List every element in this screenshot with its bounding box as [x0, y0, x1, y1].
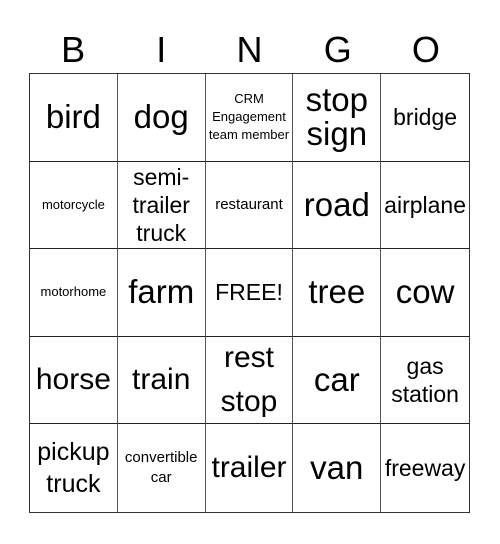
bingo-cell[interactable]: horse: [30, 336, 118, 425]
bingo-cell-label: freeway: [384, 455, 466, 482]
bingo-cell-label: bridge: [393, 104, 458, 131]
bingo-card-grid: bird dog CRM Engagement team member stop si…: [29, 73, 470, 513]
bingo-cell-label: dog: [133, 98, 189, 136]
bingo-cell[interactable]: train: [117, 336, 206, 425]
header-letter-i: I: [156, 29, 167, 70]
bingo-cell-label: road: [303, 185, 370, 223]
bingo-cell[interactable]: airplane: [381, 162, 469, 250]
bingo-cell-label: car: [313, 361, 360, 399]
bingo-cell-label: airplane: [384, 191, 467, 218]
bingo-cell-label: rest stop: [220, 341, 278, 419]
header-letter-b: B: [61, 29, 86, 70]
bingo-cell-free[interactable]: FREE!: [205, 249, 294, 337]
bingo-cell[interactable]: dog: [117, 74, 206, 162]
bingo-cell-label: trailer: [211, 451, 287, 485]
bingo-cell-label: restaurant: [215, 195, 283, 213]
bingo-cell[interactable]: stop sign: [293, 74, 382, 162]
bingo-cell-label: gas station: [391, 353, 459, 408]
bingo-cell-label: FREE!: [215, 279, 283, 306]
header-letter-g: G: [323, 29, 352, 70]
bingo-cell-label: cow: [395, 273, 455, 311]
bingo-cell[interactable]: rest stop: [205, 336, 294, 425]
bingo-cell[interactable]: motorhome: [30, 249, 118, 337]
header-letter-o: O: [411, 29, 440, 70]
bingo-cell[interactable]: pickup truck: [30, 424, 118, 512]
bingo-cell[interactable]: farm: [117, 249, 206, 337]
bingo-cell[interactable]: van: [293, 424, 382, 512]
bingo-cell[interactable]: bridge: [381, 74, 469, 162]
bingo-cell-label: van: [310, 449, 364, 487]
bingo-cell-label: farm: [128, 273, 195, 311]
bingo-cell-label: stop sign: [305, 81, 368, 153]
bingo-cell-label: semi-trailer truck: [132, 163, 190, 246]
bingo-cell-label: pickup truck: [37, 438, 110, 499]
bingo-cell-label: tree: [308, 273, 366, 311]
bingo-cell-label: motorhome: [40, 284, 107, 300]
bingo-cell[interactable]: restaurant: [205, 161, 294, 250]
bingo-cell[interactable]: convertible car: [118, 424, 206, 512]
bingo-cell[interactable]: car: [293, 336, 382, 425]
bingo-cell-label: bird: [45, 98, 101, 136]
header-letter-n: N: [236, 29, 263, 70]
bingo-cell[interactable]: bird: [30, 74, 118, 162]
bingo-cell[interactable]: semi-trailer truck: [117, 161, 206, 250]
bingo-header: B I N G O: [29, 28, 470, 72]
bingo-cell[interactable]: freeway: [381, 424, 469, 512]
bingo-cell-label: train: [132, 363, 191, 397]
bingo-cell-label: convertible car: [124, 449, 198, 487]
bingo-cell[interactable]: trailer: [206, 424, 294, 512]
bingo-cell-label: motorcycle: [41, 196, 105, 212]
bingo-cell[interactable]: tree: [293, 249, 382, 337]
bingo-cell[interactable]: CRM Engagement team member: [205, 74, 294, 162]
bingo-cell-label: CRM Engagement team member: [208, 91, 290, 143]
bingo-cell[interactable]: motorcycle: [30, 161, 118, 250]
bingo-cell-label: horse: [35, 363, 111, 397]
bingo-cell[interactable]: cow: [381, 249, 469, 337]
bingo-cell[interactable]: gas station: [381, 337, 469, 425]
bingo-cell[interactable]: road: [293, 161, 382, 250]
